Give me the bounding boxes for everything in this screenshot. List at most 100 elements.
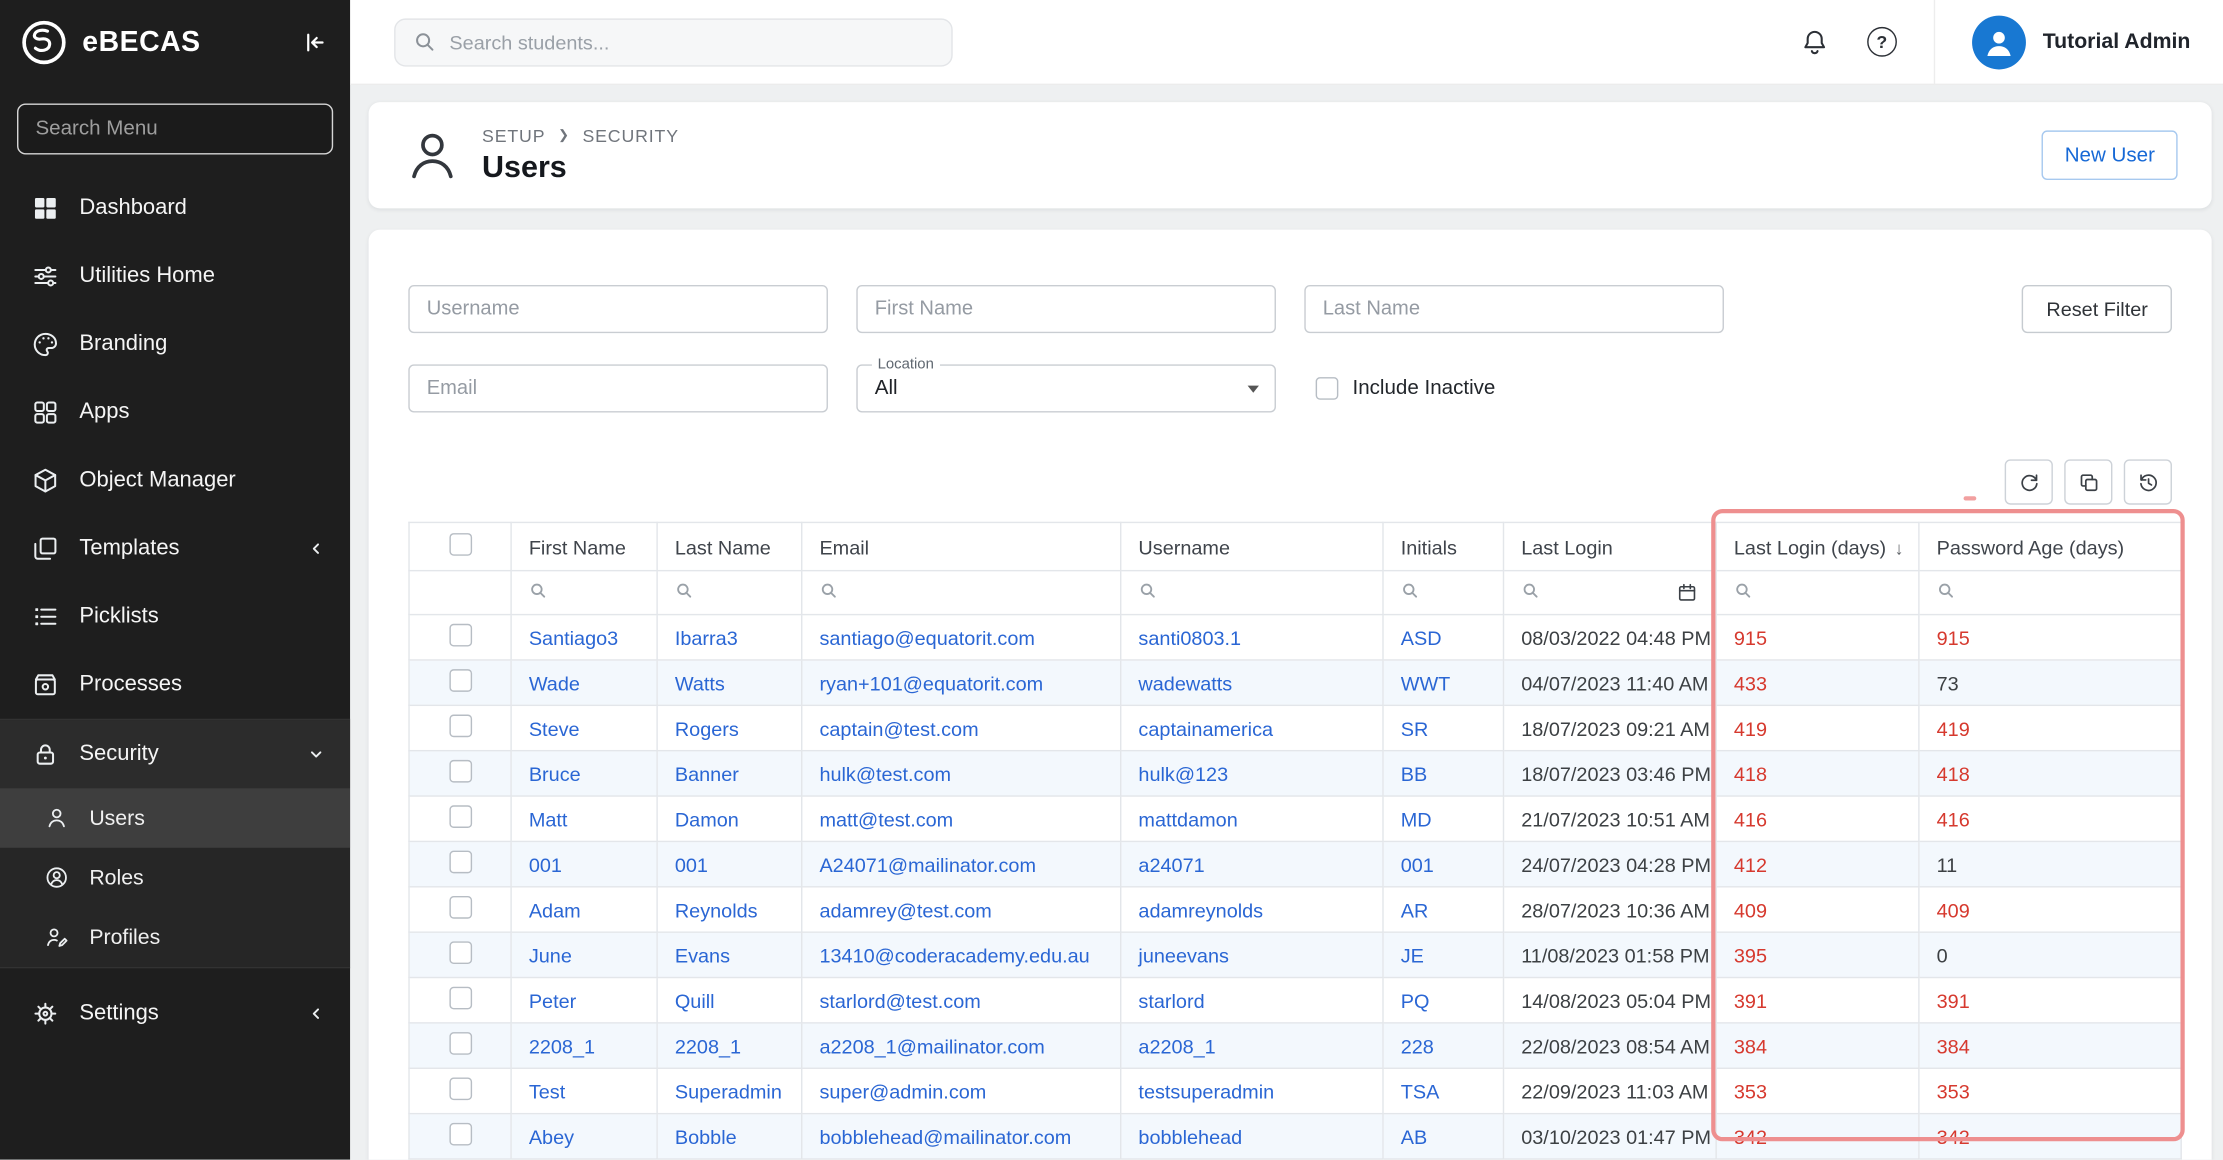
row-checkbox[interactable] xyxy=(449,896,472,919)
breadcrumb-security[interactable]: SECURITY xyxy=(582,125,678,145)
cell-first-name[interactable]: Adam xyxy=(511,887,657,932)
student-search-box[interactable] xyxy=(394,18,953,66)
cell-email[interactable]: bobblehead@mailinator.com xyxy=(802,1114,1121,1159)
first-name-filter-input[interactable] xyxy=(856,285,1276,333)
column-filter[interactable] xyxy=(1138,571,1365,614)
cell-first-name[interactable]: Wade xyxy=(511,660,657,705)
cell-email[interactable]: super@admin.com xyxy=(802,1068,1121,1113)
include-inactive-checkbox[interactable] xyxy=(1316,377,1339,400)
username-filter-input[interactable] xyxy=(408,285,828,333)
cell-initials[interactable]: ASD xyxy=(1383,615,1504,660)
cell-email[interactable]: hulk@test.com xyxy=(802,751,1121,796)
cell-initials[interactable]: 001 xyxy=(1383,841,1504,886)
avatar-icon[interactable] xyxy=(1972,15,2026,69)
breadcrumb-setup[interactable]: SETUP xyxy=(482,125,545,145)
row-checkbox[interactable] xyxy=(449,941,472,964)
cell-last-name[interactable]: Quill xyxy=(657,978,802,1023)
sidebar-item-templates[interactable]: Templates xyxy=(0,515,350,583)
filter-cell-username[interactable] xyxy=(1121,571,1383,615)
cell-first-name[interactable]: Matt xyxy=(511,796,657,841)
filter-cell-last-login-days-[interactable] xyxy=(1716,571,1919,615)
cell-last-name[interactable]: Superadmin xyxy=(657,1068,802,1113)
cell-initials[interactable]: JE xyxy=(1383,932,1504,977)
filter-cell-email[interactable] xyxy=(802,571,1121,615)
cell-initials[interactable]: AR xyxy=(1383,887,1504,932)
sidebar-search-input[interactable] xyxy=(17,103,333,154)
cell-username[interactable]: juneevans xyxy=(1121,932,1383,977)
cell-username[interactable]: santi0803.1 xyxy=(1121,615,1383,660)
row-checkbox[interactable] xyxy=(449,1032,472,1055)
row-checkbox[interactable] xyxy=(449,805,472,828)
cell-first-name[interactable]: 2208_1 xyxy=(511,1023,657,1068)
cell-email[interactable]: 13410@coderacademy.edu.au xyxy=(802,932,1121,977)
column-header-initials[interactable]: Initials xyxy=(1383,522,1504,570)
cell-last-name[interactable]: Banner xyxy=(657,751,802,796)
cell-initials[interactable]: MD xyxy=(1383,796,1504,841)
column-filter[interactable] xyxy=(819,571,1103,614)
cell-username[interactable]: a2208_1 xyxy=(1121,1023,1383,1068)
cell-first-name[interactable]: Santiago3 xyxy=(511,615,657,660)
sidebar-item-settings[interactable]: Settings xyxy=(0,980,350,1048)
row-checkbox[interactable] xyxy=(449,760,472,783)
cell-initials[interactable]: AB xyxy=(1383,1114,1504,1159)
filter-cell-password-age-days-[interactable] xyxy=(1919,571,2181,615)
copy-icon[interactable] xyxy=(2064,459,2112,504)
history-icon[interactable] xyxy=(2124,459,2172,504)
row-checkbox[interactable] xyxy=(449,715,472,738)
column-filter[interactable] xyxy=(1401,571,1486,614)
cell-initials[interactable]: BB xyxy=(1383,751,1504,796)
current-user-name[interactable]: Tutorial Admin xyxy=(2043,30,2191,54)
sidebar-item-branding[interactable]: Branding xyxy=(0,310,350,378)
sidebar-item-apps[interactable]: Apps xyxy=(0,379,350,447)
cell-first-name[interactable]: Bruce xyxy=(511,751,657,796)
new-user-button[interactable]: New User xyxy=(2042,130,2178,180)
row-checkbox[interactable] xyxy=(449,987,472,1010)
help-icon[interactable]: ? xyxy=(1867,27,1897,57)
column-header-last-login-days-[interactable]: Last Login (days)↓ xyxy=(1716,522,1919,570)
row-checkbox[interactable] xyxy=(449,1077,472,1100)
cell-email[interactable]: matt@test.com xyxy=(802,796,1121,841)
cell-email[interactable]: a2208_1@mailinator.com xyxy=(802,1023,1121,1068)
column-header-username[interactable]: Username xyxy=(1121,522,1383,570)
cell-username[interactable]: hulk@123 xyxy=(1121,751,1383,796)
cell-last-name[interactable]: 2208_1 xyxy=(657,1023,802,1068)
sidebar-item-picklists[interactable]: Picklists xyxy=(0,583,350,651)
cell-first-name[interactable]: June xyxy=(511,932,657,977)
sidebar-item-object-manager[interactable]: Object Manager xyxy=(0,447,350,515)
row-checkbox[interactable] xyxy=(449,1123,472,1146)
cell-first-name[interactable]: 001 xyxy=(511,841,657,886)
column-header-password-age-days-[interactable]: Password Age (days) xyxy=(1919,522,2181,570)
cell-username[interactable]: mattdamon xyxy=(1121,796,1383,841)
cell-last-name[interactable]: Evans xyxy=(657,932,802,977)
select-all-checkbox[interactable] xyxy=(449,533,472,556)
cell-first-name[interactable]: Peter xyxy=(511,978,657,1023)
column-filter[interactable] xyxy=(1734,571,1901,614)
cell-last-name[interactable]: 001 xyxy=(657,841,802,886)
cell-username[interactable]: captainamerica xyxy=(1121,705,1383,750)
column-filter[interactable] xyxy=(1937,571,2164,614)
cell-email[interactable]: captain@test.com xyxy=(802,705,1121,750)
filter-cell-last-login[interactable] xyxy=(1504,571,1717,615)
cell-username[interactable]: adamreynolds xyxy=(1121,887,1383,932)
cell-last-name[interactable]: Bobble xyxy=(657,1114,802,1159)
row-checkbox[interactable] xyxy=(449,669,472,692)
collapse-sidebar-icon[interactable] xyxy=(299,27,330,58)
cell-first-name[interactable]: Abey xyxy=(511,1114,657,1159)
cell-initials[interactable]: PQ xyxy=(1383,978,1504,1023)
cell-username[interactable]: wadewatts xyxy=(1121,660,1383,705)
cell-email[interactable]: adamrey@test.com xyxy=(802,887,1121,932)
column-header-first-name[interactable]: First Name xyxy=(511,522,657,570)
student-search-input[interactable] xyxy=(449,30,934,53)
calendar-icon[interactable] xyxy=(1676,581,1699,604)
sidebar-item-processes[interactable]: Processes xyxy=(0,651,350,719)
sidebar-item-profiles[interactable]: Profiles xyxy=(0,907,350,967)
reset-filter-button[interactable]: Reset Filter xyxy=(2022,285,2172,333)
cell-last-name[interactable]: Watts xyxy=(657,660,802,705)
email-filter-input[interactable] xyxy=(408,364,828,412)
cell-email[interactable]: santiago@equatorit.com xyxy=(802,615,1121,660)
cell-last-name[interactable]: Damon xyxy=(657,796,802,841)
row-checkbox[interactable] xyxy=(449,624,472,647)
cell-last-name[interactable]: Rogers xyxy=(657,705,802,750)
cell-username[interactable]: bobblehead xyxy=(1121,1114,1383,1159)
bell-icon[interactable] xyxy=(1799,26,1830,57)
